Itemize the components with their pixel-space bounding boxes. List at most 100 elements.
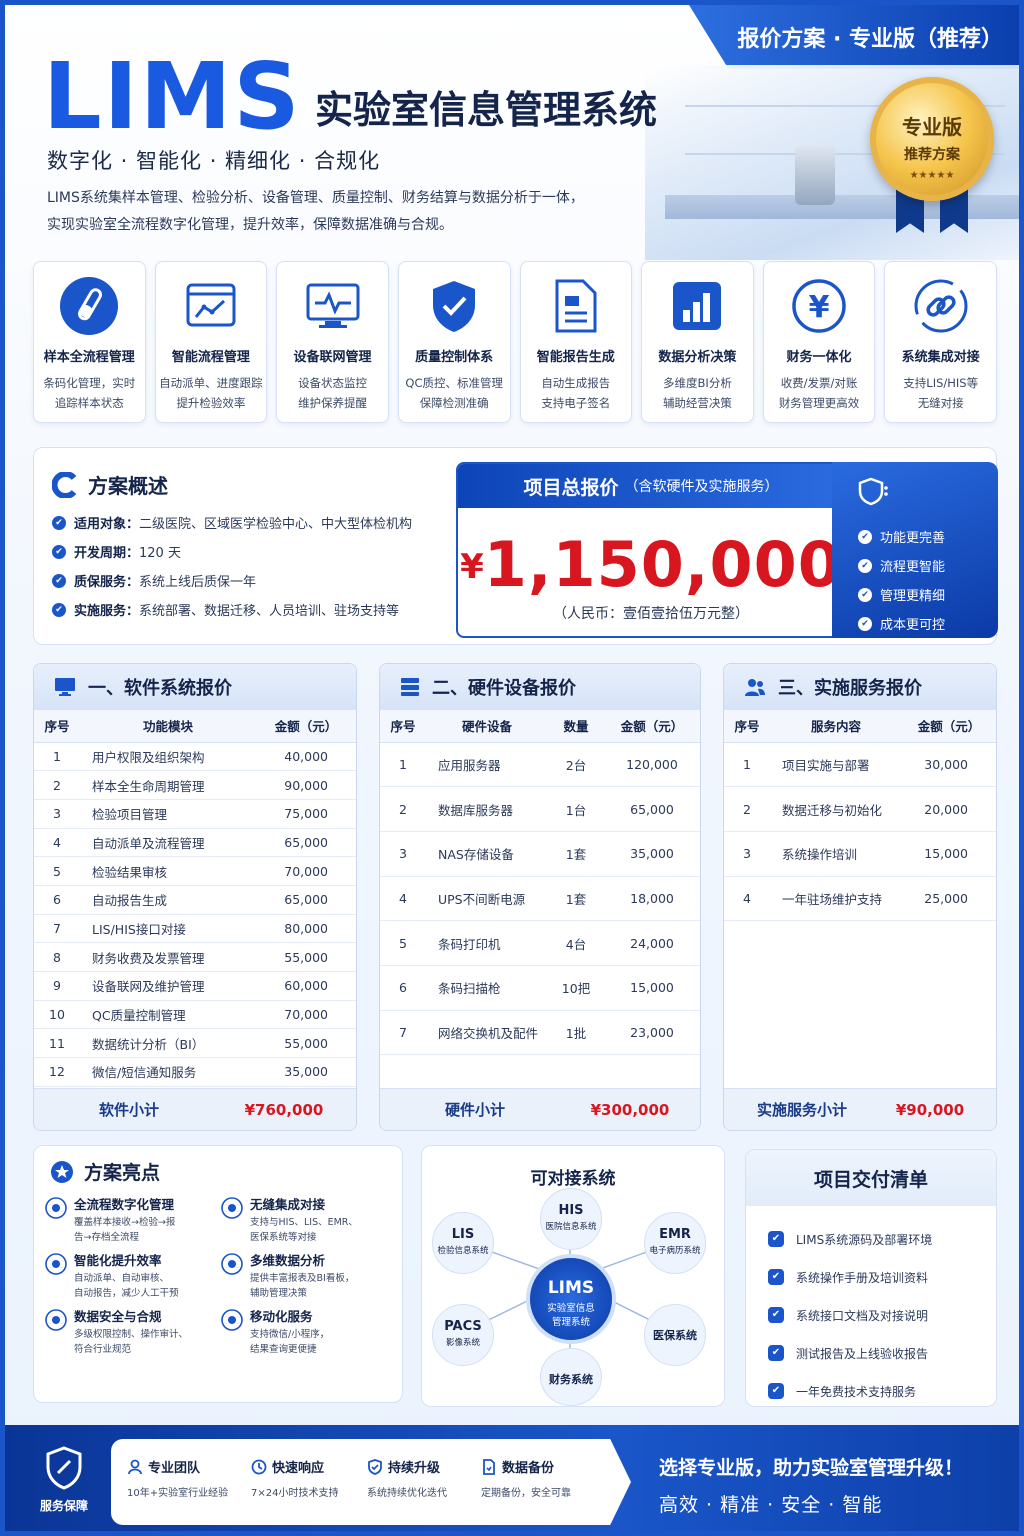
table-cell: 1套 <box>548 876 604 922</box>
table-cell: 70,000 <box>256 1000 356 1030</box>
table-cell: 80,000 <box>256 914 356 944</box>
report-doc-icon <box>546 276 606 336</box>
table-cell: 65,000 <box>604 786 700 832</box>
link-icon <box>911 276 971 336</box>
table-row: 5 条码打印机 4台 24,000 <box>380 920 700 966</box>
hardware-table: 序号 硬件设备 数量 金额（元） 1 应用服务器 2台 120,000 2 数据库服务器 1… <box>380 710 700 1056</box>
table-row: 2 数据迁移与初始化 20,000 <box>724 786 996 832</box>
service-price-card: 三、实施服务报价 序号 服务内容 金额（元） 1 项目实施与部署 30,000 2 数据… <box>723 663 997 1131</box>
feature-desc: 支持LIS/HIS等 无缝对接 <box>903 376 979 410</box>
table-row: 11 数据统计分析（BI） 55,000 <box>34 1028 356 1059</box>
table-cell: 11 <box>34 1028 80 1059</box>
table-cell: 23,000 <box>604 1010 700 1056</box>
check-icon: ✔ <box>52 602 66 617</box>
price-note: （含软硬件及实施服务） <box>624 479 779 495</box>
backup-doc-icon <box>483 1458 495 1475</box>
service-guarantee: 服务保障 <box>29 1445 99 1514</box>
slogan-line-2: 高效 · 精准 · 安全 · 智能 <box>659 1494 883 1516</box>
table-row: 10 QC质量控制管理 70,000 <box>34 1000 356 1030</box>
feature-title: 系统集成对接 <box>901 350 980 365</box>
integration-card: 可对接系统 HIS 医院信息系统 EMR 电子病历系统 医保系统 财务系统 PACS… <box>421 1145 725 1407</box>
advantage-item: ✔ 管理更精细 <box>858 580 998 609</box>
shield-icon <box>858 476 998 512</box>
description: LIMS系统集样本管理、检验分析、设备管理、质量控制、财务结算与数据分析于一体，… <box>47 185 647 239</box>
total-price-box: 项目总报价 （含软硬件及实施服务） ¥1,150,000 （人民币：壹佰壹拾伍万… <box>456 462 846 638</box>
table-cell: 1批 <box>548 1010 604 1056</box>
table-cell: 1 <box>724 742 770 788</box>
table-cell: 2 <box>380 786 426 832</box>
overview-item: ✔ 实施服务： 系统部署、数据迁移、人员培训、驻场支持等 <box>52 595 412 624</box>
bar-chart-icon <box>667 276 727 336</box>
integration-node-his: HIS 医院信息系统 <box>540 1188 602 1250</box>
smart-icon <box>44 1252 68 1276</box>
table-cell: 1套 <box>548 831 604 877</box>
overview-item: ✔ 适用对象： 二级医院、区域医学检验中心、中大型体检机构 <box>52 508 412 537</box>
highlight-desc: 支持与HIS、LIS、EMR、 医保系统等对接 <box>250 1217 358 1243</box>
table-row: 7 网络交换机及配件 1批 23,000 <box>380 1010 700 1056</box>
feature-desc: 条码化管理，实时 追踪样本状态 <box>43 376 136 410</box>
highlight-desc: 支持微信/小程序， 结果查询更便捷 <box>250 1329 330 1355</box>
table-cell: 2 <box>34 770 80 800</box>
plan-ribbon-text: 报价方案 · 专业版（推荐） <box>737 27 1003 52</box>
feature-title: 智能流程管理 <box>171 350 250 365</box>
page-title: 实验室信息管理系统 <box>315 88 658 132</box>
check-icon: ✔ <box>52 515 66 530</box>
table-cell: 一年驻场维护支持 <box>770 876 902 922</box>
table-cell: 55,000 <box>256 1028 356 1059</box>
shield-check-icon <box>368 1458 382 1475</box>
delivery-item: ✔ 一年免费技术支持服务 <box>768 1372 932 1410</box>
table-row: 4 一年驻场维护支持 25,000 <box>724 876 996 922</box>
highlight-desc: 自动派单、自动审核、 自动报告，减少人工干预 <box>74 1273 179 1299</box>
table-cell: 1 <box>34 742 80 772</box>
table-row: 12 微信/短信通知服务 35,000 <box>34 1057 356 1087</box>
table-cell: NAS存储设备 <box>426 831 548 877</box>
service-item-team: 专业团队 10年+实验室行业经验 <box>127 1457 228 1499</box>
integration-node-insurance: 医保系统 <box>644 1304 706 1366</box>
currency-symbol: ¥ <box>460 547 484 587</box>
yen-coin-icon: ¥ <box>789 276 849 336</box>
check-icon: ✔ <box>768 1345 784 1361</box>
table-cell: 10 <box>34 1000 80 1030</box>
delivery-item: ✔ 系统操作手册及培训资料 <box>768 1258 932 1296</box>
highlight-item: 全流程数字化管理 覆盖样本接收→检验→报 告→存档全流程 <box>44 1194 214 1245</box>
test-tube-icon <box>59 276 119 336</box>
description-line: LIMS系统集样本管理、检验分析、设备管理、质量控制、财务结算与数据分析于一体， <box>47 190 584 206</box>
table-row: 4 UPS不间断电源 1套 18,000 <box>380 876 700 922</box>
integrate-icon <box>220 1196 244 1220</box>
hardware-subtotal: 硬件小计 ¥300,000 <box>380 1088 700 1130</box>
monitor-icon <box>55 678 75 696</box>
software-subtotal: 软件小计 ¥760,000 <box>34 1088 356 1130</box>
service-table: 序号 服务内容 金额（元） 1 项目实施与部署 30,000 2 数据迁移与初始化 20,… <box>724 710 996 922</box>
users-icon <box>745 679 765 696</box>
table-cell: 55,000 <box>256 942 356 972</box>
feature-title: 质量控制体系 <box>415 350 494 365</box>
table-cell: 7 <box>34 914 80 944</box>
feature-card: 样本全流程管理 条码化管理，实时 追踪样本状态 <box>33 261 146 423</box>
mobile-icon <box>220 1308 244 1332</box>
table-cell: 3 <box>34 799 80 829</box>
table-row: 2 样本全生命周期管理 90,000 <box>34 770 356 800</box>
feature-desc: 多维度BI分析 辅助经营决策 <box>662 376 732 410</box>
feature-card: 设备联网管理 设备状态监控 维护保养提醒 <box>276 261 389 423</box>
table-cell: 15,000 <box>902 831 996 877</box>
overview-card: 方案概述 ✔ 适用对象： 二级医院、区域医学检验中心、中大型体检机构 ✔ 开发周期： 1… <box>33 447 998 645</box>
highlight-desc: 覆盖样本接收→检验→报 告→存档全流程 <box>74 1217 176 1243</box>
service-item-backup: 数据备份 定期备份，安全可靠 <box>481 1457 571 1499</box>
table-cell: 120,000 <box>604 742 700 788</box>
table-row: 1 用户权限及组织架构 40,000 <box>34 742 356 772</box>
highlight-desc: 提供丰富报表及BI看板， 辅助管理决策 <box>250 1273 355 1299</box>
table-cell: 35,000 <box>604 831 700 877</box>
table-cell: 条码扫描枪 <box>426 965 548 1011</box>
star-badge-icon <box>51 1160 73 1183</box>
table-cell: 25,000 <box>902 876 996 922</box>
feature-card: 数据分析决策 多维度BI分析 辅助经营决策 <box>641 261 754 423</box>
table-cell: 1台 <box>548 786 604 832</box>
quote-poster: 报价方案 · 专业版（推荐） LIMS 实验室信息管理系统 数字化 · 智能化 … <box>0 0 1024 1536</box>
workflow-chart-icon <box>181 276 241 336</box>
table-cell: 数据迁移与初始化 <box>770 786 902 832</box>
check-icon: ✔ <box>768 1383 784 1399</box>
feature-desc: 自动生成报告 支持电子签名 <box>541 376 611 410</box>
feature-card: 智能报告生成 自动生成报告 支持电子签名 <box>519 261 633 423</box>
table-cell: 4 <box>380 876 426 922</box>
table-cell: 样本全生命周期管理 <box>80 770 256 800</box>
